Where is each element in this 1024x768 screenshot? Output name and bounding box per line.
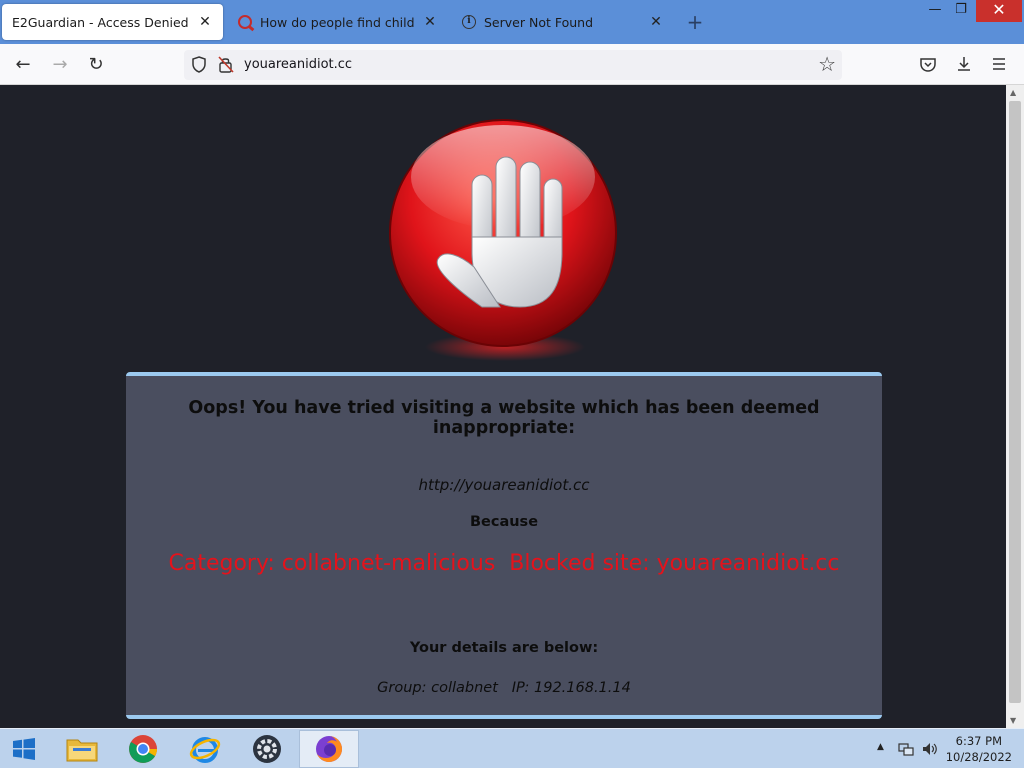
taskbar: ▲ 6:37 PM 10/28/2022 (0, 728, 1024, 768)
taskbar-chrome[interactable] (113, 730, 173, 768)
taskbar-internet-explorer[interactable] (175, 730, 235, 768)
block-message-panel: Oops! You have tried visiting a website … (126, 372, 882, 719)
tab-title: How do people find child porn (260, 14, 416, 30)
insecure-lock-icon[interactable] (218, 56, 234, 73)
bookmark-star-icon[interactable]: ☆ (818, 52, 836, 76)
firefox-icon (316, 736, 342, 762)
settings-gear-icon (253, 735, 281, 763)
network-icon[interactable] (898, 741, 914, 757)
taskbar-firefox[interactable] (299, 730, 359, 768)
scroll-up-icon[interactable]: ▲ (1010, 88, 1016, 97)
tab-title: E2Guardian - Access Denied (12, 14, 189, 30)
back-button[interactable]: ← (10, 52, 36, 78)
clock-date: 10/28/2022 (945, 750, 1012, 764)
reload-button[interactable]: ↻ (83, 52, 109, 78)
details-title: Your details are below: (409, 640, 599, 656)
window-close-button[interactable]: ✕ (976, 0, 1022, 22)
taskbar-file-explorer[interactable] (52, 730, 112, 768)
tab-quora[interactable]: How do people find child porn ✕ (228, 4, 448, 40)
tab-server-not-found[interactable]: i Server Not Found ✕ (452, 4, 674, 40)
clock-time: 6:37 PM (955, 734, 1003, 748)
vertical-scrollbar[interactable]: ▲ ▼ (1006, 85, 1024, 728)
scroll-down-icon[interactable]: ▼ (1010, 716, 1016, 725)
forward-button[interactable]: → (47, 52, 73, 78)
stop-hand-icon (389, 119, 617, 361)
close-tab-icon[interactable]: ✕ (422, 14, 438, 30)
quora-icon (238, 15, 252, 29)
start-button[interactable] (0, 730, 48, 768)
new-tab-button[interactable]: + (684, 10, 706, 34)
info-icon: i (462, 15, 476, 29)
restore-button[interactable]: ❐ (946, 0, 976, 22)
block-heading: Oops! You have tried visiting a website … (188, 398, 820, 438)
volume-icon[interactable] (921, 741, 939, 757)
menu-icon[interactable] (991, 56, 1007, 72)
tab-strip: E2Guardian - Access Denied ✕ How do peop… (0, 0, 1024, 44)
chrome-icon (129, 735, 157, 763)
close-tab-icon[interactable]: ✕ (648, 14, 664, 30)
page-content: Oops! You have tried visiting a website … (0, 85, 1006, 728)
navigation-bar: ← → ↻ youareanidiot.cc ☆ (0, 44, 1024, 85)
windows-logo-icon (13, 738, 35, 760)
internet-explorer-icon (189, 737, 221, 763)
tab-title: Server Not Found (484, 14, 594, 30)
user-details: Group: collabnet IP: 192.168.1.14 (377, 680, 631, 696)
block-reason: Category: collabnet-malicious Blocked si… (168, 551, 840, 576)
downloads-icon[interactable] (955, 55, 973, 73)
folder-icon (66, 739, 98, 762)
tab-access-denied[interactable]: E2Guardian - Access Denied ✕ (2, 4, 223, 40)
show-hidden-icons-icon[interactable]: ▲ (877, 742, 884, 752)
scrollbar-thumb[interactable] (1009, 101, 1021, 703)
tracking-shield-icon[interactable] (192, 56, 206, 73)
blocked-url: http://youareanidiot.cc (418, 476, 590, 494)
address-bar[interactable]: youareanidiot.cc ☆ (184, 50, 842, 80)
because-label: Because (469, 514, 539, 530)
pocket-icon[interactable] (919, 56, 937, 74)
url-text: youareanidiot.cc (244, 57, 353, 72)
taskbar-settings[interactable] (237, 730, 297, 768)
system-clock[interactable]: 6:37 PM 10/28/2022 (946, 733, 1012, 765)
close-tab-icon[interactable]: ✕ (197, 14, 213, 30)
